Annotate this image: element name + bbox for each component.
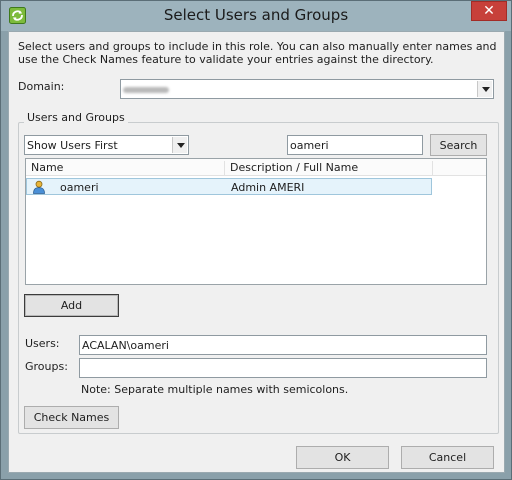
filter-dropdown[interactable]: Show Users First bbox=[24, 135, 189, 155]
filter-selected-value: Show Users First bbox=[27, 139, 118, 152]
ok-button[interactable]: OK bbox=[296, 446, 389, 469]
list-header: Name Description / Full Name bbox=[26, 159, 486, 176]
search-input[interactable]: oameri bbox=[287, 135, 423, 155]
close-button[interactable]: ✕ bbox=[471, 1, 507, 21]
domain-dropdown[interactable] bbox=[120, 79, 494, 99]
table-row[interactable]: oameri Admin AMERI bbox=[26, 178, 432, 195]
column-header-name[interactable]: Name bbox=[26, 161, 225, 176]
user-icon bbox=[33, 180, 45, 194]
chevron-down-icon[interactable] bbox=[477, 81, 492, 97]
row-description: Admin AMERI bbox=[231, 181, 305, 194]
users-label: Users: bbox=[25, 337, 60, 350]
chevron-down-icon[interactable] bbox=[172, 137, 187, 153]
column-header-filler bbox=[433, 161, 486, 176]
users-groups-legend: Users and Groups bbox=[24, 111, 128, 124]
cancel-button[interactable]: Cancel bbox=[401, 446, 494, 469]
check-names-button[interactable]: Check Names bbox=[24, 406, 119, 429]
results-list[interactable]: Name Description / Full Name oameri Admi… bbox=[25, 158, 487, 285]
groups-label: Groups: bbox=[25, 360, 68, 373]
domain-value-redacted bbox=[123, 87, 169, 93]
domain-label: Domain: bbox=[18, 80, 65, 93]
dialog-client: Select users and groups to include in th… bbox=[8, 31, 505, 473]
dialog-window: Select Users and Groups ✕ Select users a… bbox=[0, 0, 512, 480]
semicolon-note: Note: Separate multiple names with semic… bbox=[81, 383, 349, 396]
close-icon: ✕ bbox=[483, 3, 495, 19]
row-name: oameri bbox=[60, 181, 99, 194]
add-button[interactable]: Add bbox=[24, 294, 119, 317]
groups-field[interactable] bbox=[79, 358, 487, 378]
title-bar[interactable]: Select Users and Groups ✕ bbox=[1, 1, 511, 31]
users-field[interactable]: ACALAN\oameri bbox=[79, 335, 487, 355]
search-button[interactable]: Search bbox=[430, 134, 487, 156]
window-title: Select Users and Groups bbox=[163, 6, 349, 24]
intro-text: Select users and groups to include in th… bbox=[18, 40, 497, 66]
column-header-description[interactable]: Description / Full Name bbox=[225, 161, 433, 176]
